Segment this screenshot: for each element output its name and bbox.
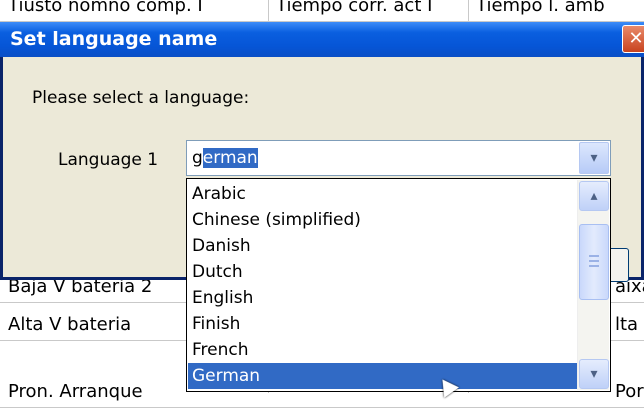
typed-text: g (192, 148, 203, 168)
language-dropdown-list[interactable]: Arabic Chinese (simplified) Danish Dutch… (186, 178, 611, 392)
close-icon: ✕ (628, 28, 644, 49)
grip-icon (589, 255, 599, 267)
chevron-down-icon: ▾ (590, 366, 598, 382)
prompt-text: Please select a language: (32, 88, 250, 108)
chevron-up-icon: ▴ (590, 188, 598, 204)
table-cell: Pron. Arranque (8, 381, 143, 402)
language-input[interactable]: german (192, 146, 258, 170)
table-cell: Alta V bateria (8, 314, 132, 335)
table-cell: Tiempo l. amb (476, 0, 605, 16)
dropdown-option[interactable]: French (188, 337, 579, 363)
close-button[interactable]: ✕ (622, 25, 644, 53)
scroll-thumb[interactable] (579, 224, 609, 300)
dropdown-option[interactable]: Finish (188, 311, 579, 337)
dialog-title: Set language name (10, 28, 218, 50)
dropdown-option[interactable]: Chinese (simplified) (188, 207, 579, 233)
table-cell: Pord (615, 381, 644, 402)
table-cell: Tiempo corr. act I (276, 0, 433, 16)
table-cell: Tiusto nomno comp. I (8, 0, 203, 16)
dialog-titlebar[interactable]: Set language name ✕ (0, 22, 644, 57)
language-field-label: Language 1 (58, 150, 159, 170)
chevron-down-icon: ▾ (590, 150, 598, 166)
scroll-up-button[interactable]: ▴ (579, 181, 609, 211)
dropdown-option[interactable]: Dutch (188, 259, 579, 285)
dropdown-option-selected[interactable]: German (188, 363, 579, 389)
scroll-down-button[interactable]: ▾ (579, 359, 609, 389)
dropdown-option[interactable]: Danish (188, 233, 579, 259)
autocomplete-selection: erman (202, 148, 258, 168)
dropdown-scrollbar[interactable]: ▴ ▾ (577, 180, 609, 390)
dropdown-option[interactable]: English (188, 285, 579, 311)
language-combobox[interactable]: german ▾ (186, 140, 611, 176)
dropdown-toggle-button[interactable]: ▾ (579, 142, 609, 174)
table-cell: lta (615, 314, 639, 335)
table-header-row: Tiusto nomno comp. I Tiempo corr. act I … (0, 0, 644, 22)
dropdown-option[interactable]: Arabic (188, 181, 579, 207)
